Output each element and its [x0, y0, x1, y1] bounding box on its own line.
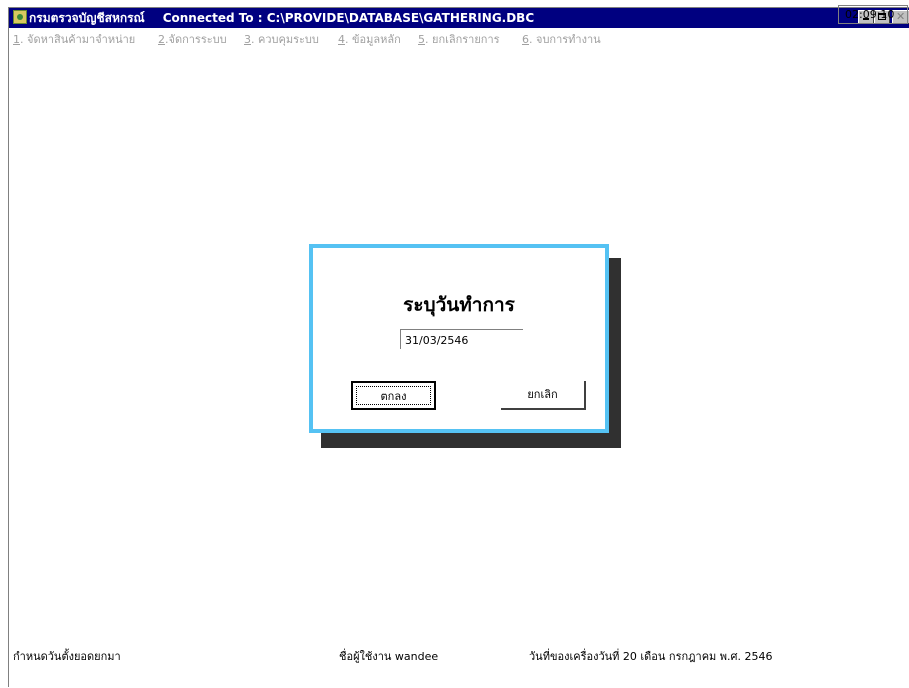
status-date: วันที่ของเครื่องวันที่ 20 เดือน กรกฎาคม …: [529, 650, 773, 663]
cancel-button[interactable]: ยกเลิก: [501, 381, 586, 410]
status-clock: 02:09:10: [838, 5, 908, 24]
window-title: กรมตรวจบัญชีสหกรณ์ Connected To : C:\PROV…: [29, 10, 534, 26]
menu-item-cancel-transaction[interactable]: 5. ยกเลิกรายการ: [418, 30, 500, 48]
app-logo-icon[interactable]: [13, 10, 27, 24]
menu-item-system-control[interactable]: 3. ควบคุมระบบ: [244, 30, 319, 48]
status-task: กำหนดวันตั้งยอดยกมา: [13, 650, 121, 663]
dialog-title: ระบุวันทำการ: [403, 294, 515, 316]
work-date-input[interactable]: 31/03/2546: [400, 329, 523, 349]
menu-item-master-data[interactable]: 4. ข้อมูลหลัก: [338, 30, 401, 48]
menu-item-system-manage[interactable]: 2.จัดการระบบ: [158, 30, 227, 48]
work-date-dialog: ระบุวันทำการ 31/03/2546 ตกลง ยกเลิก: [309, 244, 609, 433]
menu-bar: 1. จัดหาสินค้ามาจำหน่าย 2.จัดการระบบ 3. …: [9, 29, 909, 47]
ok-button-label: ตกลง: [356, 386, 431, 405]
status-bar: กำหนดวันตั้งยอดยกมา ชื่อผู้ใช้งาน wandee…: [9, 639, 909, 688]
status-user: ชื่อผู้ใช้งาน wandee: [339, 650, 439, 663]
menu-item-exit[interactable]: 6. จบการทำงาน: [522, 30, 601, 48]
ok-button[interactable]: ตกลง: [351, 381, 436, 410]
app-name: กรมตรวจบัญชีสหกรณ์: [29, 11, 145, 25]
connection-text: Connected To : C:\PROVIDE\DATABASE\GATHE…: [162, 11, 535, 25]
title-bar[interactable]: กรมตรวจบัญชีสหกรณ์ Connected To : C:\PROV…: [9, 8, 909, 28]
menu-item-purchase[interactable]: 1. จัดหาสินค้ามาจำหน่าย: [13, 30, 135, 48]
